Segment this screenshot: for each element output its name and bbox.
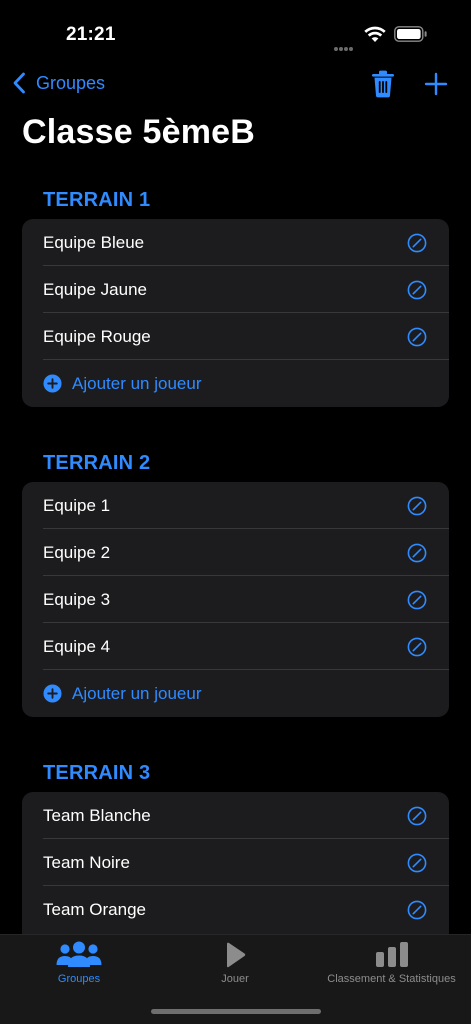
slash-circle-icon[interactable]	[407, 280, 427, 300]
slash-circle-icon[interactable]	[407, 496, 427, 516]
team-name: Team Noire	[43, 852, 130, 872]
plus-circle-icon	[43, 684, 62, 703]
add-player-button[interactable]: Ajouter un joueur	[22, 360, 449, 407]
cellular-signal-icon	[334, 38, 358, 51]
plus-icon[interactable]	[424, 72, 448, 96]
team-row[interactable]: Equipe 3	[22, 576, 449, 623]
tab-label: Classement & Statistiques	[327, 973, 456, 985]
slash-circle-icon[interactable]	[407, 543, 427, 563]
back-button[interactable]: Groupes	[12, 72, 105, 94]
team-name: Equipe 2	[43, 542, 111, 562]
back-label: Groupes	[36, 72, 106, 93]
tab-groupes[interactable]: Groupes	[36, 935, 122, 995]
tab-jouer[interactable]: Jouer	[195, 935, 275, 995]
team-row[interactable]: Team Orange	[22, 886, 449, 933]
tab-classement[interactable]: Classement & Statistiques	[312, 935, 471, 995]
team-name: Equipe Jaune	[43, 279, 147, 299]
team-row[interactable]: Team Blanche	[22, 792, 449, 839]
slash-circle-icon[interactable]	[407, 806, 427, 826]
tab-label: Groupes	[57, 973, 101, 985]
add-player-button[interactable]: Ajouter un joueur	[22, 670, 449, 717]
home-indicator	[151, 1009, 321, 1014]
tab-label: Jouer	[221, 973, 249, 985]
slash-circle-icon[interactable]	[407, 853, 427, 873]
navigation-bar: Groupes	[0, 62, 471, 108]
add-player-label: Ajouter un joueur	[72, 373, 202, 393]
team-row[interactable]: Equipe Jaune	[22, 266, 449, 313]
slash-circle-icon[interactable]	[407, 590, 427, 610]
team-name: Equipe Bleue	[43, 232, 145, 252]
slash-circle-icon[interactable]	[407, 900, 427, 920]
team-row[interactable]: Equipe 2	[22, 529, 449, 576]
team-name: Team Blanche	[43, 805, 151, 825]
section-header-terrain-1: TERRAIN 1	[43, 189, 151, 211]
team-name: Equipe 3	[43, 589, 111, 609]
team-row[interactable]: Equipe 1	[22, 482, 449, 529]
status-bar: 21:21	[0, 0, 471, 60]
team-name: Equipe Rouge	[43, 326, 151, 346]
team-row[interactable]: Equipe 4	[22, 623, 449, 670]
battery-icon	[394, 26, 427, 42]
team-name: Equipe 1	[43, 495, 111, 515]
group-card-terrain-3: Team Blanche Team Noire Team Orange	[22, 792, 449, 934]
page-title: Classe 5èmeB	[22, 113, 255, 151]
team-name: Team Orange	[43, 899, 146, 919]
team-name: Equipe 4	[43, 636, 111, 656]
section-header-terrain-3: TERRAIN 3	[43, 762, 151, 784]
bar-chart-icon	[375, 942, 408, 967]
slash-circle-icon[interactable]	[407, 637, 427, 657]
trash-icon[interactable]	[371, 70, 395, 98]
wifi-icon	[364, 26, 386, 42]
team-row[interactable]: Equipe Rouge	[22, 313, 449, 360]
group-card-terrain-2: Equipe 1 Equipe 2 Equipe 3 Equipe 4 Ajou…	[22, 482, 449, 717]
add-player-label: Ajouter un joueur	[72, 683, 202, 703]
team-row[interactable]: Team Noire	[22, 839, 449, 886]
slash-circle-icon[interactable]	[407, 327, 427, 347]
plus-circle-icon	[43, 374, 62, 393]
team-row[interactable]: Equipe Bleue	[22, 219, 449, 266]
play-icon	[227, 942, 246, 968]
slash-circle-icon[interactable]	[407, 233, 427, 253]
status-time: 21:21	[66, 24, 116, 45]
chevron-left-icon	[13, 72, 25, 94]
group-card-terrain-1: Equipe Bleue Equipe Jaune Equipe Rouge A…	[22, 219, 449, 407]
section-header-terrain-2: TERRAIN 2	[43, 452, 151, 474]
people-icon	[56, 941, 102, 967]
